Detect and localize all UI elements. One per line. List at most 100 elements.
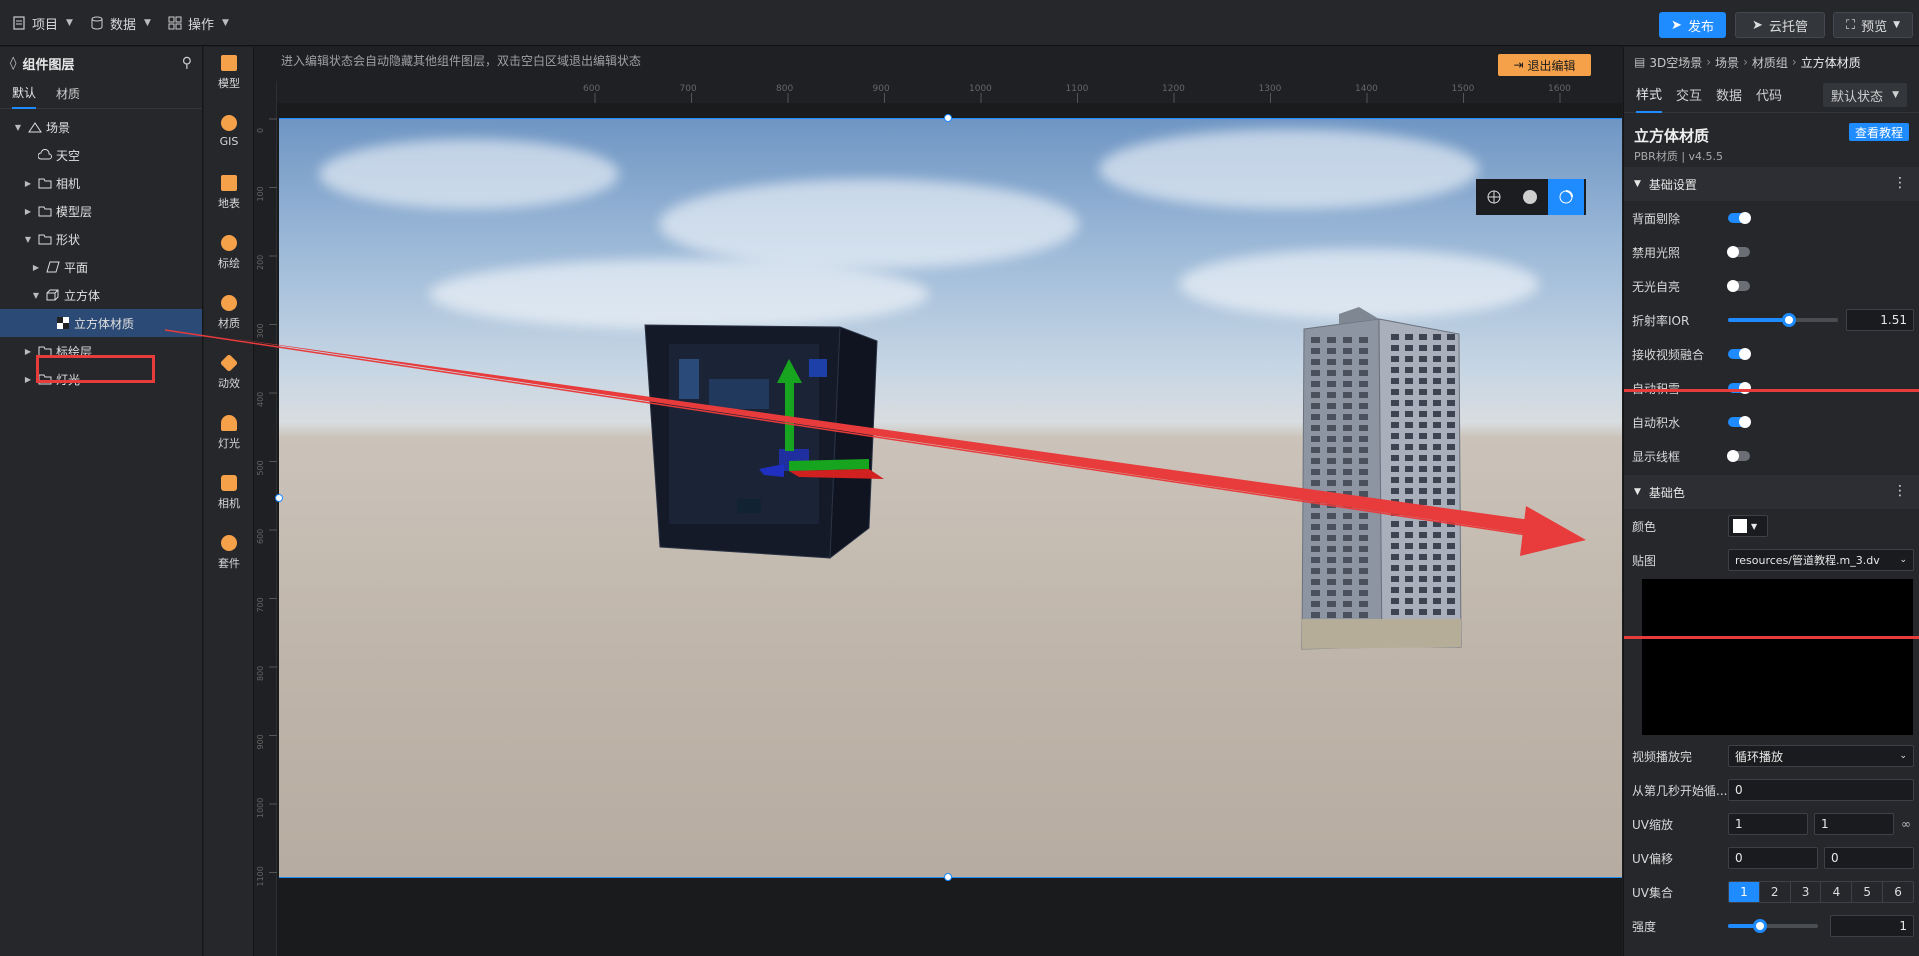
breadcrumb-item[interactable]: 场景 [1715, 54, 1739, 71]
uv-set-option[interactable]: 6 [1883, 882, 1913, 902]
more-icon[interactable]: ⋮ [1893, 176, 1907, 190]
breadcrumb-item[interactable]: 3D空场景 [1649, 54, 1702, 71]
ior-input[interactable]: 1.51 [1846, 309, 1914, 331]
toggle-switch[interactable] [1727, 450, 1750, 462]
icon-bar-model[interactable]: 模型 [204, 55, 254, 91]
tab-data[interactable]: 数据 [1716, 77, 1742, 113]
texture-select[interactable]: resources/管道教程.m_3.dv ⌄ [1728, 549, 1914, 571]
menu-operation[interactable]: 操作 ▼ [168, 11, 229, 35]
window [1343, 557, 1352, 563]
window [1405, 609, 1413, 615]
strength-slider[interactable] [1728, 919, 1818, 933]
tree-item-scene[interactable]: ▼ 场景 [0, 113, 202, 141]
search-icon[interactable]: ⚲ [182, 55, 192, 71]
uv-set-option[interactable]: 4 [1821, 882, 1853, 902]
chevron-right-icon[interactable]: ▶ [22, 179, 34, 188]
window [1405, 598, 1413, 604]
preview-button[interactable]: ⛶ 预览 ▼ [1833, 12, 1913, 38]
orbit-icon[interactable] [1548, 179, 1584, 215]
tab-code[interactable]: 代码 [1756, 77, 1782, 113]
window [1391, 455, 1399, 461]
icon-bar-camera[interactable]: 相机 [204, 475, 254, 511]
menu-data[interactable]: 数据 ▼ [90, 11, 151, 35]
slider-knob[interactable] [1752, 919, 1767, 933]
toggle-switch[interactable] [1728, 416, 1751, 428]
uv-offset-y-input[interactable]: 0 [1824, 847, 1914, 869]
window [1343, 392, 1352, 398]
uv-set-option[interactable]: 3 [1791, 882, 1822, 902]
window [1419, 510, 1427, 516]
exit-edit-button[interactable]: ⇥ 退出编辑 [1498, 54, 1591, 76]
window [1311, 535, 1320, 541]
uv-scale-y-input[interactable]: 1 [1814, 813, 1894, 835]
tree-item-model-layer[interactable]: ▶ 模型层 [0, 197, 202, 225]
tree-item-light[interactable]: ▶ 灯光 [0, 365, 202, 393]
resize-handle[interactable] [944, 114, 952, 122]
icon-bar-gis[interactable]: GIS [204, 115, 254, 148]
sphere-icon[interactable] [1512, 179, 1548, 215]
chevron-right-icon[interactable]: ▶ [30, 263, 42, 272]
slider-knob[interactable] [1781, 313, 1796, 327]
toggle-switch[interactable] [1727, 246, 1750, 258]
window [1419, 477, 1427, 483]
tab-interaction[interactable]: 交互 [1676, 77, 1702, 113]
chevron-right-icon[interactable]: ▶ [22, 375, 34, 384]
tree-item-cube[interactable]: ▼ 立方体 [0, 281, 202, 309]
video-end-select[interactable]: 循环播放 ⌄ [1728, 745, 1914, 767]
icon-bar-kit[interactable]: 套件 [204, 535, 254, 571]
section-base-color[interactable]: ▼ 基础色 ⋮ [1624, 475, 1919, 509]
color-picker[interactable]: ▼ [1728, 515, 1768, 537]
breadcrumb-item[interactable]: 材质组 [1752, 54, 1788, 71]
window [1343, 513, 1352, 519]
chevron-down-icon[interactable]: ▼ [30, 291, 42, 300]
loop-from-input[interactable]: 0 [1728, 779, 1914, 801]
uv-offset-x-input[interactable]: 0 [1728, 847, 1818, 869]
tree-item-camera[interactable]: ▶ 相机 [0, 169, 202, 197]
toggle-switch[interactable] [1728, 348, 1751, 360]
chevron-down-icon: ▼ [66, 18, 73, 28]
tree-item-sky[interactable]: 天空 [0, 141, 202, 169]
globe-icon[interactable] [1476, 179, 1512, 215]
model-icon [221, 55, 237, 71]
tab-style[interactable]: 样式 [1636, 77, 1663, 113]
link-icon[interactable]: ∞ [1901, 817, 1911, 831]
view-tutorial-button[interactable]: 查看教程 [1849, 123, 1909, 141]
chevron-right-icon[interactable]: ▶ [22, 347, 34, 356]
uv-set-option[interactable]: 5 [1852, 882, 1884, 902]
icon-bar-effect[interactable]: 动效 [204, 353, 254, 391]
icon-bar-light[interactable]: 灯光 [204, 415, 254, 451]
chevron-right-icon[interactable]: ▶ [22, 207, 34, 216]
tab-material[interactable]: 材质 [56, 79, 80, 109]
toggle-switch[interactable] [1727, 280, 1750, 292]
state-select[interactable]: 默认状态 ▼ [1823, 83, 1907, 107]
tree-item-cube-material[interactable]: 立方体材质 [0, 309, 202, 337]
tree-item-plane[interactable]: ▶ 平面 [0, 253, 202, 281]
toggle-switch[interactable] [1728, 212, 1751, 224]
window [1419, 400, 1427, 406]
tree-item-shape[interactable]: ▼ 形状 [0, 225, 202, 253]
resize-handle[interactable] [944, 873, 952, 881]
uv-set-option[interactable]: 1 [1729, 882, 1760, 902]
editor-canvas[interactable]: 进入编辑状态会自动隐藏其他组件图层，双击空白区域退出编辑状态 ⇥ 退出编辑 60… [255, 47, 1622, 956]
tree-item-plot-layer[interactable]: ▶ 标绘层 [0, 337, 202, 365]
cloud-host-button[interactable]: ➤ 云托管 [1735, 12, 1825, 38]
icon-bar-terrain[interactable]: 地表 [204, 175, 254, 211]
icon-bar-material[interactable]: 材质 [204, 295, 254, 331]
section-basic-settings[interactable]: ▼ 基础设置 ⋮ [1624, 167, 1919, 201]
chevron-down-icon[interactable]: ▼ [12, 123, 24, 132]
resize-handle[interactable] [275, 494, 283, 502]
tab-default[interactable]: 默认 [12, 79, 37, 109]
view-mode-toolbar [1476, 179, 1586, 215]
icon-bar-plot[interactable]: 标绘 [204, 235, 254, 271]
uv-set-option[interactable]: 2 [1760, 882, 1791, 902]
uv-scale-x-input[interactable]: 1 [1728, 813, 1808, 835]
3d-viewport[interactable] [279, 119, 1622, 877]
toggle-switch[interactable] [1728, 382, 1751, 394]
ior-slider[interactable] [1728, 313, 1838, 327]
window [1327, 425, 1336, 431]
chevron-down-icon[interactable]: ▼ [22, 235, 34, 244]
menu-project[interactable]: 项目 ▼ [12, 11, 73, 35]
more-icon[interactable]: ⋮ [1893, 484, 1907, 498]
publish-button[interactable]: ➤ 发布 [1659, 12, 1726, 38]
strength-input[interactable]: 1 [1830, 915, 1914, 937]
